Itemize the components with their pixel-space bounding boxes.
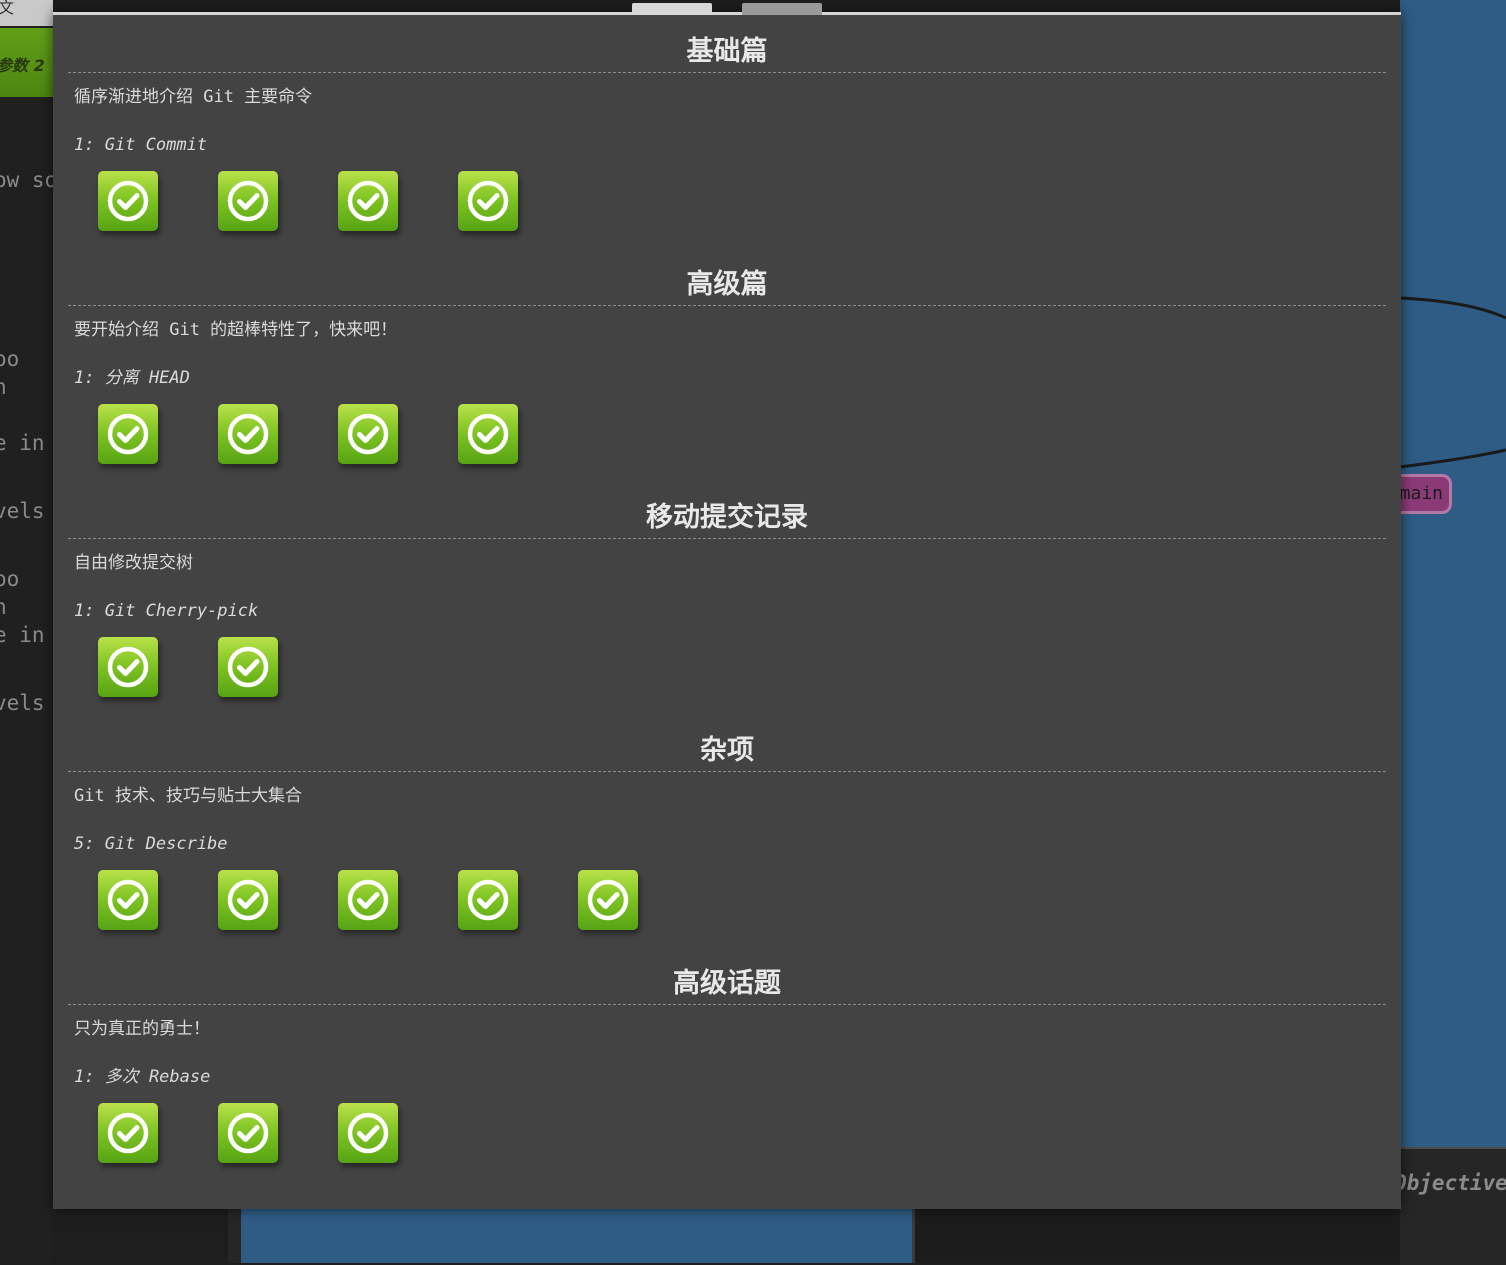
- objective-label: Objective: [1394, 1171, 1506, 1195]
- section-divider: [68, 305, 1386, 306]
- check-circle-icon: [586, 878, 630, 922]
- level-button-row: [68, 404, 1386, 466]
- section-description: 自由修改提交树: [74, 553, 193, 573]
- check-circle-icon: [346, 412, 390, 456]
- level-button[interactable]: [98, 404, 158, 464]
- section-title: 基础篇: [686, 36, 768, 67]
- check-circle-icon: [346, 179, 390, 223]
- level-button[interactable]: [458, 171, 518, 231]
- level-button-row: [68, 637, 1386, 699]
- level-button[interactable]: [338, 404, 398, 464]
- section-description: Git 技术、技巧与贴士大集合: [74, 786, 302, 806]
- check-circle-icon: [106, 1111, 150, 1155]
- check-circle-icon: [226, 878, 270, 922]
- level-button-row: [68, 870, 1386, 932]
- background-code-line: oo: [0, 567, 20, 591]
- level-button[interactable]: [458, 404, 518, 464]
- level-section: 移动提交记录自由修改提交树 1: Git Cherry-pick: [68, 498, 1386, 699]
- current-level-label: 1: Git Cherry-pick: [74, 601, 259, 621]
- level-button-row: [68, 171, 1386, 233]
- background-code-line: e in: [0, 623, 45, 647]
- section-description: 循序渐进地介绍 Git 主要命令: [74, 87, 313, 107]
- background-code-line: n: [0, 595, 7, 619]
- level-button[interactable]: [218, 870, 278, 930]
- level-section: 高级篇要开始介绍 Git 的超棒特性了，快来吧！ 1: 分离 HEAD: [68, 265, 1386, 466]
- level-button[interactable]: [338, 1103, 398, 1163]
- background-green-button: 参数 2: [0, 28, 53, 97]
- current-level-label: 5: Git Describe: [74, 834, 228, 854]
- current-level-label: 1: 分离 HEAD: [74, 368, 190, 388]
- background-code-line: vels: [0, 691, 45, 715]
- background-code-line: oo: [0, 347, 20, 371]
- check-circle-icon: [226, 179, 270, 223]
- section-divider: [68, 1004, 1386, 1005]
- section-description: 要开始介绍 Git 的超棒特性了，快来吧！: [74, 320, 398, 340]
- tab-remote-levels[interactable]: [742, 3, 822, 15]
- level-section: 杂项 Git 技术、技巧与贴士大集合 5: Git Describe: [68, 731, 1386, 932]
- background-graph-area: [1400, 0, 1506, 1147]
- tab-main-levels[interactable]: [632, 3, 712, 15]
- level-button[interactable]: [218, 1103, 278, 1163]
- check-circle-icon: [106, 179, 150, 223]
- level-section: 基础篇循序渐进地介绍 Git 主要命令 1: Git Commit: [68, 32, 1386, 233]
- background-green-label: 参数 2: [0, 56, 45, 75]
- section-divider: [68, 72, 1386, 73]
- background-bottom-blue: [228, 1208, 912, 1263]
- current-level-label: 1: 多次 Rebase: [74, 1067, 211, 1087]
- background-objective-panel: Objective: [1394, 1147, 1506, 1265]
- section-title: 高级篇: [686, 269, 768, 300]
- check-circle-icon: [466, 179, 510, 223]
- background-code-line: ow so: [0, 168, 53, 192]
- background-left-panel: 文 参数 2 ow so oo n e in vels oo n e in ve…: [0, 0, 53, 1263]
- check-circle-icon: [466, 878, 510, 922]
- level-button[interactable]: [578, 870, 638, 930]
- background-code-line: e in: [0, 431, 45, 455]
- level-button[interactable]: [338, 171, 398, 231]
- background-top-bar: 文: [0, 0, 53, 26]
- level-button-row: [68, 1103, 1386, 1165]
- level-button[interactable]: [218, 637, 278, 697]
- current-level-label: 1: Git Commit: [74, 135, 208, 155]
- level-button[interactable]: [338, 870, 398, 930]
- check-circle-icon: [106, 878, 150, 922]
- level-button[interactable]: [218, 171, 278, 231]
- check-circle-icon: [226, 412, 270, 456]
- section-title: 杂项: [700, 735, 754, 766]
- level-button[interactable]: [98, 870, 158, 930]
- section-divider: [68, 771, 1386, 772]
- check-circle-icon: [466, 412, 510, 456]
- level-button[interactable]: [218, 404, 278, 464]
- section-title: 高级话题: [673, 968, 781, 999]
- check-circle-icon: [226, 1111, 270, 1155]
- level-select-modal: 基础篇循序渐进地介绍 Git 主要命令 1: Git Commit 高级篇要开始介绍…: [53, 3, 1401, 1209]
- section-divider: [68, 538, 1386, 539]
- level-button[interactable]: [98, 1103, 158, 1163]
- level-button[interactable]: [98, 171, 158, 231]
- section-description: 只为真正的勇士！: [74, 1019, 210, 1039]
- check-circle-icon: [106, 412, 150, 456]
- check-circle-icon: [346, 878, 390, 922]
- check-circle-icon: [346, 1111, 390, 1155]
- level-button[interactable]: [98, 637, 158, 697]
- background-code-line: n: [0, 375, 7, 399]
- level-button[interactable]: [458, 870, 518, 930]
- check-circle-icon: [106, 645, 150, 689]
- commit-graph-lines: [1400, 296, 1506, 469]
- background-code-line: vels: [0, 499, 45, 523]
- background-bottom-dark: [912, 1208, 1400, 1263]
- check-circle-icon: [226, 645, 270, 689]
- background-top-char: 文: [0, 0, 15, 17]
- level-section: 高级话题只为真正的勇士！ 1: 多次 Rebase: [68, 964, 1386, 1165]
- section-title: 移动提交记录: [646, 502, 808, 533]
